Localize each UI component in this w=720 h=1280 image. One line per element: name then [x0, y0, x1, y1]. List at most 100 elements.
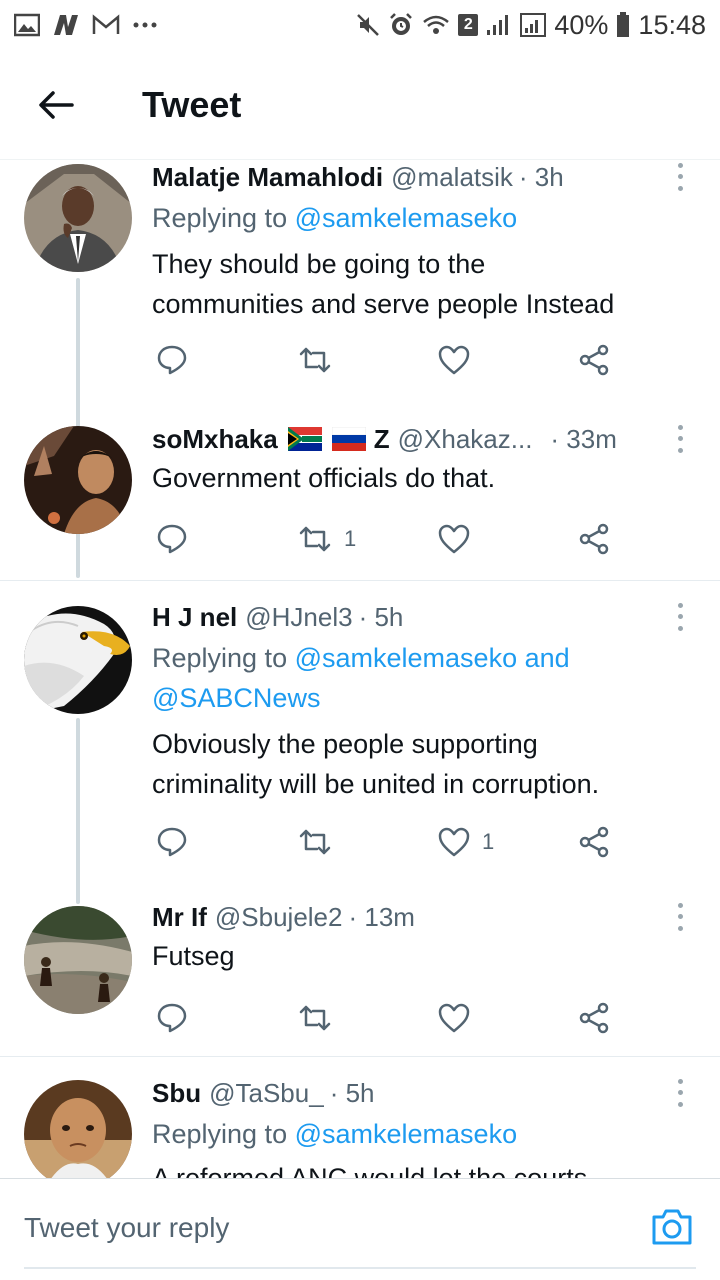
reply-button[interactable]: [156, 822, 188, 862]
retweet-button[interactable]: [298, 998, 332, 1038]
timestamp: · 33m: [550, 424, 617, 454]
author-name[interactable]: Sbu: [152, 1076, 201, 1110]
author-handle[interactable]: @malatsik: [391, 160, 513, 194]
more-options-button[interactable]: [670, 160, 690, 194]
more-options-button[interactable]: [670, 900, 690, 934]
author-name[interactable]: soMxhaka: [152, 422, 278, 456]
heart-icon: [438, 1003, 470, 1033]
tweet-text: They should be going to the communities …: [152, 244, 672, 324]
mention-link[interactable]: @samkelemaseko: [295, 203, 518, 233]
replying-to: Replying to @samkelemaseko: [152, 198, 672, 238]
more-options-button[interactable]: [670, 1076, 690, 1110]
camera-button[interactable]: [650, 1207, 694, 1251]
tweet-text-line: Government officials do that.: [152, 463, 496, 493]
timestamp: · 5h: [329, 1078, 375, 1108]
conversation-divider: [0, 580, 720, 581]
reply-button[interactable]: [156, 998, 188, 1038]
replying-to-label: Replying to: [152, 643, 295, 673]
n-logo-icon: [52, 13, 80, 37]
tweet-actions: [152, 340, 622, 380]
mention-link[interactable]: @samkelemaseko: [295, 1119, 518, 1149]
reply-button[interactable]: [156, 519, 188, 559]
like-count: 1: [482, 829, 495, 854]
sim-badge: 2: [458, 14, 479, 36]
author-handle[interactable]: @HJnel3: [245, 600, 352, 634]
author-handle[interactable]: @Sbujele2: [215, 900, 343, 934]
replying-to: Replying to @samkelemaseko and @SABCNews: [152, 638, 672, 718]
battery-icon: [616, 12, 630, 38]
reply-icon: [157, 524, 187, 554]
author-name[interactable]: Malatje Mamahlodi: [152, 160, 383, 194]
mention-link[interactable]: @samkelemaseko and: [295, 643, 570, 673]
status-bar: 2 40% 15:48: [0, 0, 720, 50]
retweet-button[interactable]: [298, 822, 332, 862]
reply-button[interactable]: [156, 340, 188, 380]
share-icon: [579, 523, 609, 555]
author-handle[interactable]: @Xhakaz...: [398, 422, 533, 456]
reply-icon: [157, 345, 187, 375]
share-icon: [579, 826, 609, 858]
more-options-button[interactable]: [670, 422, 690, 456]
retweet-count: 1: [344, 526, 357, 551]
flag-russia-icon: [331, 427, 366, 451]
more-dots-icon: [132, 21, 158, 29]
share-button[interactable]: [578, 519, 610, 559]
retweet-icon: [299, 1005, 331, 1031]
conversation-divider: [0, 1056, 720, 1057]
retweet-icon: [299, 347, 331, 373]
author-name[interactable]: Mr If: [152, 900, 207, 934]
signal-icon: [486, 13, 512, 37]
tweet-text: A reformed ANC would let the courts: [152, 1158, 672, 1178]
back-button[interactable]: [26, 75, 86, 135]
signal-icon: [520, 13, 547, 37]
tweet-text-line: Obviously the people supporting: [152, 729, 538, 759]
reply-feed[interactable]: Malatje Mamahlodi @malatsik · 3h Replyin…: [0, 160, 720, 1178]
retweet-icon: [299, 829, 331, 855]
author-name[interactable]: H J nel: [152, 600, 237, 634]
top-app-bar: Tweet: [0, 50, 720, 160]
tweet-text: Government officials do that.: [152, 458, 672, 498]
reply-icon: [157, 1003, 187, 1033]
more-options-button[interactable]: [670, 600, 690, 634]
clock: 15:48: [638, 9, 706, 40]
mention-link[interactable]: @SABCNews: [152, 678, 672, 718]
share-icon: [579, 344, 609, 376]
retweet-button[interactable]: [298, 340, 332, 380]
share-icon: [579, 1002, 609, 1034]
timestamp: · 5h: [358, 602, 404, 632]
wifi-icon: [422, 14, 450, 36]
input-underline: [24, 1267, 696, 1269]
page-title: Tweet: [142, 83, 242, 125]
camera-icon: [652, 1209, 692, 1245]
heart-icon: [438, 524, 470, 554]
like-button[interactable]: [438, 519, 470, 559]
retweet-icon: [299, 526, 331, 552]
author-name-suffix[interactable]: Z: [374, 422, 390, 456]
tweet-text: Futseg: [152, 936, 672, 976]
flag-south-africa-icon: [287, 427, 322, 451]
share-button[interactable]: [578, 998, 610, 1038]
replying-to: Replying to @samkelemaseko: [152, 1114, 672, 1154]
battery-percent: 40%: [554, 9, 609, 40]
alarm-icon: [388, 12, 414, 38]
tweet-actions: 1: [152, 519, 622, 559]
heart-icon: [438, 827, 470, 857]
heart-icon: [438, 345, 470, 375]
like-button[interactable]: [438, 998, 470, 1038]
tweet-text-line: Futseg: [152, 941, 235, 971]
share-button[interactable]: [578, 340, 610, 380]
like-button[interactable]: [438, 340, 470, 380]
reply-input[interactable]: [24, 1203, 624, 1253]
tweet-text-line: They should be going to the: [152, 249, 486, 279]
tweet-actions: [152, 998, 622, 1038]
timestamp: · 3h: [518, 162, 564, 192]
gallery-icon: [14, 13, 40, 37]
tweet-text-line: communities and serve people Instead: [152, 289, 615, 319]
share-button[interactable]: [578, 822, 610, 862]
timestamp: · 13m: [348, 902, 415, 932]
retweet-button[interactable]: 1: [298, 519, 356, 559]
reply-composer: [0, 1178, 720, 1280]
author-handle[interactable]: @TaSbu_: [209, 1076, 324, 1110]
tweet-text-line: criminality will be united in corruption…: [152, 769, 600, 799]
like-button[interactable]: 1: [438, 822, 494, 862]
